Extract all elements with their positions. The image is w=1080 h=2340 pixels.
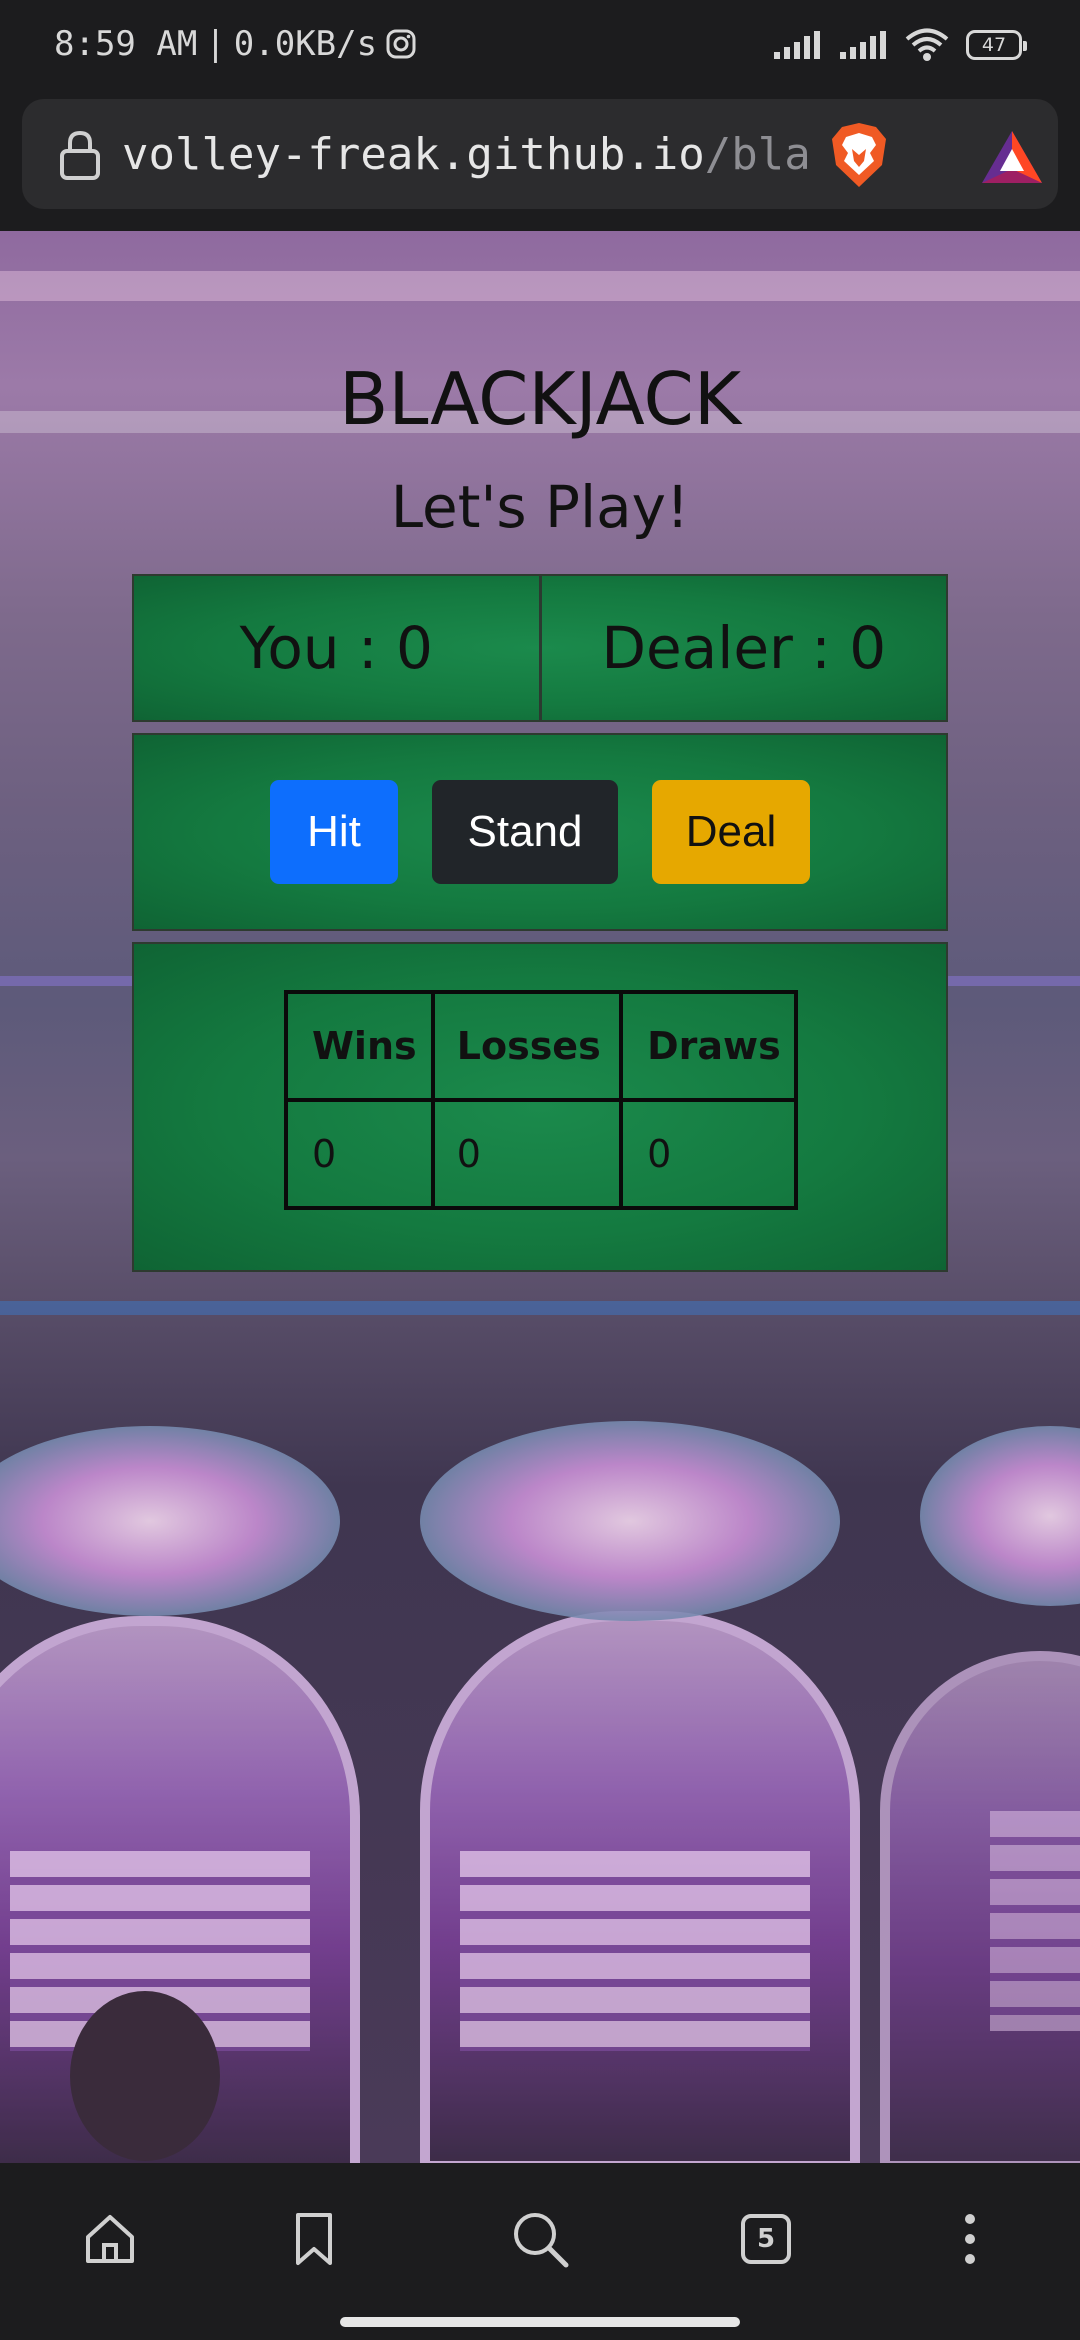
wins-value: 0 [284,1098,435,1210]
status-separator: | [205,24,226,64]
deal-button[interactable]: Deal [652,780,810,884]
controls-panel: Hit Stand Deal [132,733,948,931]
slot-machine-screen [460,1851,810,2051]
brave-rewards-icon[interactable] [980,129,1044,185]
signal-icon [840,31,886,59]
battery-level: 47 [981,34,1007,56]
page-title: BLACKJACK [338,357,742,441]
home-button[interactable] [70,2199,150,2279]
hit-button[interactable]: Hit [270,780,398,884]
tabs-button[interactable]: 5 [726,2199,806,2279]
url-path: /bla [704,129,811,180]
url-host: volley-freak.github.io [122,129,705,180]
losses-header: Losses [430,990,624,1102]
lock-icon [60,130,100,180]
losses-value: 0 [430,1098,624,1210]
person-silhouette [70,1991,220,2161]
slot-machine-top [0,1426,340,1616]
stats-header-row: Wins Losses Draws [284,990,798,1102]
brave-shields-icon[interactable] [828,121,890,189]
stand-button[interactable]: Stand [432,780,618,884]
signal-icon [774,31,820,59]
bookmarks-button[interactable] [274,2199,354,2279]
score-board: You : 0 Dealer : 0 [132,574,948,722]
page-subtitle: Let's Play! [390,473,690,541]
address-bar[interactable]: volley-freak.github.io/bla [22,99,1058,209]
instagram-icon [386,29,416,59]
wifi-icon [905,28,949,61]
player-score: You : 0 [239,614,433,682]
slot-machine-screen [990,1811,1080,2031]
search-icon [514,2213,569,2268]
web-page: BLACKJACK Let's Play! You : 0 Dealer : 0… [0,231,1080,2163]
home-icon [86,2215,134,2263]
bottom-navigation: 5 [0,2163,1080,2340]
stats-panel: Wins Losses Draws 0 0 0 [132,942,948,1272]
status-time: 8:59 AM [54,24,198,64]
url-text[interactable]: volley-freak.github.io/bla [122,129,822,181]
slot-machine-top [420,1421,840,1621]
draws-header: Draws [619,990,798,1102]
search-button[interactable] [500,2199,580,2279]
browser-toolbar: volley-freak.github.io/bla [0,95,1080,231]
stats-table: Wins Losses Draws 0 0 0 [284,990,798,1210]
slot-machine-top [920,1426,1080,1606]
battery-icon: 47 [966,30,1027,60]
tabs-icon: 5 [741,2214,791,2264]
gesture-bar[interactable] [340,2317,740,2327]
more-icon [965,2214,975,2264]
draws-value: 0 [619,1098,798,1210]
status-right: 47 [772,28,1027,62]
background-light-band [0,271,1080,301]
tab-count: 5 [756,2224,776,2254]
wins-header: Wins [284,990,435,1102]
dealer-score: Dealer : 0 [538,576,947,720]
background-light-band [0,1301,1080,1315]
more-menu-button[interactable] [930,2199,1010,2279]
status-left: 8:59 AM | 0.0KB/s [54,24,417,64]
bookmark-icon [296,2213,332,2265]
stats-value-row: 0 0 0 [284,1098,798,1210]
status-bar: 8:59 AM | 0.0KB/s 47 [0,0,1080,95]
network-speed: 0.0KB/s [233,24,378,64]
